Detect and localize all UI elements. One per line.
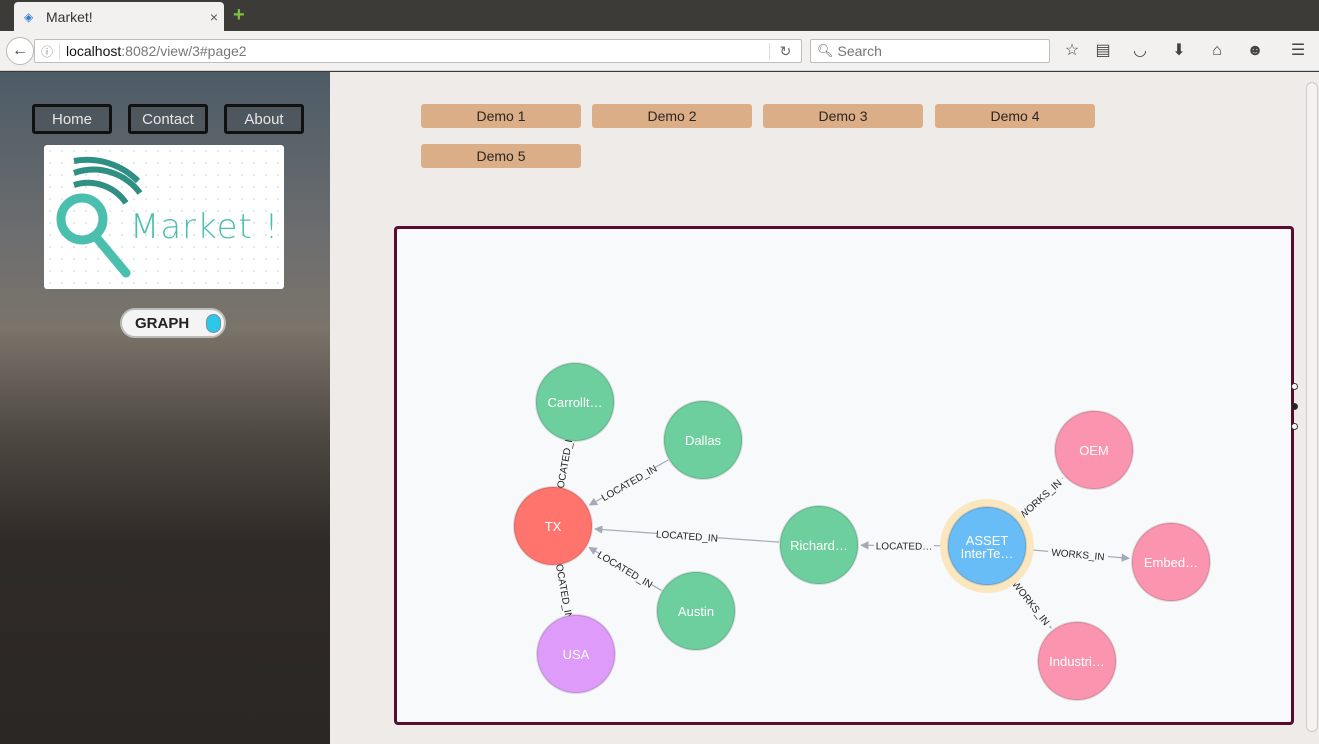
graph-node-label: Industri…	[1049, 654, 1105, 669]
graph-edge-label: LOCATED…	[876, 541, 933, 552]
graph-node-label: Embed…	[1144, 555, 1198, 570]
graph-node-label: InterTe…	[961, 546, 1014, 561]
pocket-icon[interactable]: ◡	[1128, 40, 1152, 62]
graph-edge-label: WORKS_IN	[1017, 478, 1064, 522]
demo-2-button[interactable]: Demo 2	[592, 104, 752, 128]
back-button[interactable]: ←	[6, 37, 34, 65]
demo-3-button[interactable]: Demo 3	[763, 104, 923, 128]
url-text[interactable]: localhost:8082/view/3#page2	[60, 43, 769, 59]
demo-4-button[interactable]: Demo 4	[935, 104, 1095, 128]
page-indicator-dot[interactable]	[1291, 383, 1298, 390]
search-box[interactable]: 🔍︎	[810, 39, 1050, 63]
graph-edge-label: LOCATED_IN	[600, 464, 659, 504]
about-button[interactable]: About	[224, 104, 304, 134]
demo-1-button[interactable]: Demo 1	[421, 104, 581, 128]
graph-toggle-label: GRAPH	[135, 314, 190, 332]
site-info-icon[interactable]: ⓘ	[35, 43, 59, 60]
search-icon: 🔍︎	[817, 43, 834, 58]
bookmark-star-icon[interactable]: ☆	[1060, 40, 1084, 62]
favicon-icon: ◈	[24, 9, 34, 24]
search-input[interactable]	[837, 43, 1038, 59]
market-logo: Market !	[44, 145, 284, 289]
logo-wordmark: Market !	[130, 207, 280, 247]
reload-icon[interactable]: ↻	[769, 42, 801, 60]
page-scrollbar[interactable]	[1306, 82, 1318, 732]
graph-node-label: USA	[563, 647, 590, 662]
download-icon[interactable]: ⬇	[1167, 40, 1191, 62]
graph-node-label: Dallas	[685, 433, 722, 448]
graph-canvas[interactable]: LOCATED_IN LOCATED_INLOCATED_INLOCATED_IN…	[397, 229, 1291, 722]
browser-toolbar: ← ⓘ localhost:8082/view/3#page2 ↻ 🔍︎ ☆ ▤…	[0, 31, 1319, 71]
toggle-knob[interactable]	[206, 313, 221, 333]
demo-5-button[interactable]: Demo 5	[421, 144, 581, 168]
close-tab-icon[interactable]: ×	[204, 9, 224, 25]
graph-edge-label: LOCATED_IN	[595, 550, 654, 591]
page-indicator-dot[interactable]	[1291, 423, 1298, 430]
smiley-icon[interactable]: ☻	[1243, 40, 1267, 62]
page-indicator-dot-active[interactable]	[1291, 403, 1298, 410]
sidebar: Home Contact About Market ! GRAPH	[0, 72, 330, 744]
page-content: Home Contact About Market ! GRAPH Demo 1…	[0, 72, 1319, 744]
contact-button[interactable]: Contact	[128, 104, 208, 134]
browser-tab[interactable]: ◈ Market! ×	[14, 2, 224, 31]
graph-edge-label: WORKS_IN	[1009, 579, 1051, 628]
graph-panel[interactable]: LOCATED_IN LOCATED_IN LOCATED_IN LOCATED_IN…	[394, 226, 1294, 725]
address-bar[interactable]: ⓘ localhost:8082/view/3#page2 ↻	[34, 39, 802, 63]
graph-toggle[interactable]: GRAPH	[120, 308, 226, 338]
graph-edge-label: LOCATED_IN	[552, 558, 574, 621]
url-host: localhost	[66, 43, 122, 59]
graph-node-label: Austin	[678, 604, 714, 619]
home-icon[interactable]: ⌂	[1205, 40, 1229, 62]
graph-node-label: Carrollt…	[548, 395, 603, 410]
browser-tab-strip: ◈ Market! × +	[0, 0, 1319, 31]
graph-node-label: OEM	[1079, 443, 1109, 458]
graph-node-label: Richard…	[790, 538, 848, 553]
home-button[interactable]: Home	[32, 104, 112, 134]
url-path: :8082/view/3#page2	[121, 43, 247, 59]
new-tab-icon[interactable]: +	[233, 5, 253, 25]
menu-icon[interactable]: ☰	[1286, 40, 1310, 62]
graph-node-label: TX	[545, 519, 562, 534]
reading-list-icon[interactable]: ▤	[1091, 40, 1115, 62]
tab-title: Market!	[46, 8, 93, 25]
